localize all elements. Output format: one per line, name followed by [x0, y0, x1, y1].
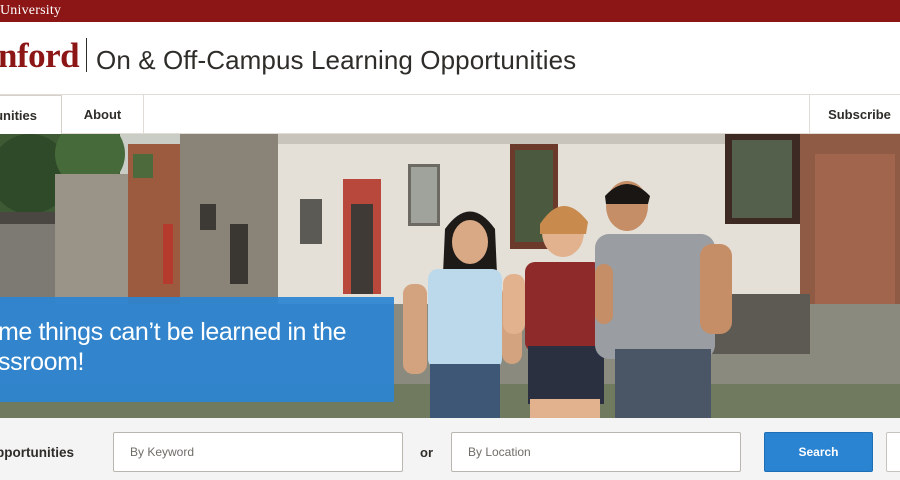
- secondary-button[interactable]: [886, 432, 900, 472]
- location-search-input[interactable]: [451, 432, 741, 472]
- hero-caption-text: me things can’t be learned in the ssroom…: [0, 318, 347, 376]
- search-button[interactable]: Search: [764, 432, 873, 472]
- search-label: pportunities: [0, 445, 74, 460]
- nav-item-about[interactable]: About: [62, 95, 144, 134]
- nav-item-subscribe[interactable]: Subscribe: [809, 95, 900, 134]
- university-bar: University: [0, 0, 900, 22]
- header-divider: [86, 38, 87, 72]
- keyword-search-input[interactable]: [113, 432, 403, 472]
- or-label: or: [420, 445, 433, 460]
- site-title[interactable]: On & Off-Campus Learning Opportunities: [96, 44, 576, 76]
- site-header: nford On & Off-Campus Learning Opportuni…: [0, 22, 900, 94]
- search-bar: pportunities or Search: [0, 418, 900, 480]
- hero-caption-box: me things can’t be learned in the ssroom…: [0, 297, 394, 402]
- university-link[interactable]: University: [0, 3, 61, 19]
- main-nav: unities About Subscribe: [0, 94, 900, 135]
- nav-item-opportunities[interactable]: unities: [0, 95, 62, 135]
- stanford-logo[interactable]: nford: [0, 36, 80, 76]
- hero-banner: me things can’t be learned in the ssroom…: [0, 134, 900, 418]
